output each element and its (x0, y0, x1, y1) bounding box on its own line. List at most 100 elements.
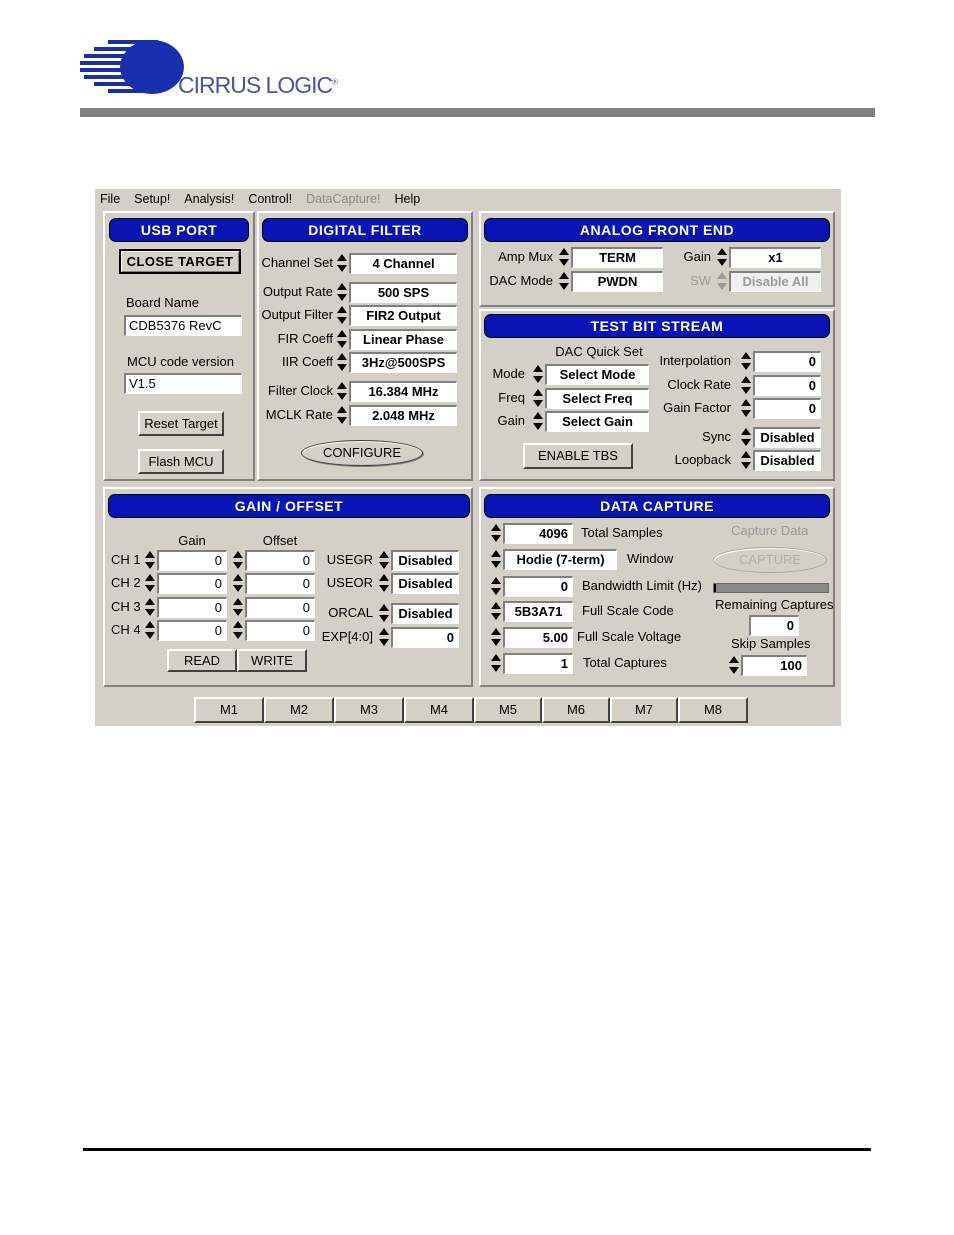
dac-mode-field[interactable]: PWDN (571, 271, 663, 292)
amp-mux-spinner-icon[interactable] (559, 247, 569, 268)
sync-spinner-icon[interactable] (741, 427, 751, 448)
ch3-offset-spinner-icon[interactable] (233, 597, 243, 618)
bandwidth-spinner-icon[interactable] (491, 576, 501, 597)
sw-spinner-icon[interactable] (717, 271, 727, 292)
ch3-gain-field[interactable]: 0 (157, 597, 227, 618)
full-scale-code-field[interactable]: 5B3A71 (503, 601, 573, 622)
close-target-button[interactable]: CLOSE TARGET (119, 249, 241, 274)
exp-spinner-icon[interactable] (379, 627, 389, 648)
loopback-field[interactable]: Disabled (753, 450, 821, 471)
tab-m4[interactable]: M4 (404, 697, 474, 723)
interpolation-field[interactable]: 0 (753, 351, 821, 372)
output-rate-field[interactable]: 500 SPS (349, 282, 457, 303)
ch2-gain-field[interactable]: 0 (157, 573, 227, 594)
menu-setup[interactable]: Setup! (134, 192, 170, 206)
ch2-offset-spinner-icon[interactable] (233, 573, 243, 594)
menu-help[interactable]: Help (394, 192, 420, 206)
read-button[interactable]: READ (167, 649, 237, 672)
useor-field[interactable]: Disabled (391, 573, 459, 594)
ch4-offset-field[interactable]: 0 (245, 620, 315, 641)
tab-m1[interactable]: M1 (194, 697, 264, 723)
total-captures-field[interactable]: 1 (503, 653, 573, 674)
board-name-field[interactable]: CDB5376 RevC (124, 315, 242, 336)
capture-button[interactable]: CAPTURE (713, 547, 827, 573)
sw-field[interactable]: Disable All (729, 271, 821, 292)
channel-set-field[interactable]: 4 Channel (349, 253, 457, 274)
afe-gain-field[interactable]: x1 (729, 247, 821, 268)
orcal-field[interactable]: Disabled (391, 603, 459, 624)
gain-factor-field[interactable]: 0 (753, 398, 821, 419)
filter-clock-spinner-icon[interactable] (337, 381, 347, 402)
ch2-offset-field[interactable]: 0 (245, 573, 315, 594)
tbs-freq-field[interactable]: Select Freq (545, 388, 649, 409)
tbs-gain-field[interactable]: Select Gain (545, 411, 649, 432)
mclk-rate-spinner-icon[interactable] (337, 405, 347, 426)
ch2-gain-spinner-icon[interactable] (145, 573, 155, 594)
tab-m2[interactable]: M2 (264, 697, 334, 723)
tbs-mode-field[interactable]: Select Mode (545, 364, 649, 385)
mclk-rate-field[interactable]: 2.048 MHz (349, 405, 457, 426)
amp-mux-field[interactable]: TERM (571, 247, 663, 268)
full-scale-voltage-spinner-icon[interactable] (491, 627, 501, 648)
menu-datacapture[interactable]: DataCapture! (306, 192, 380, 206)
useor-spinner-icon[interactable] (379, 573, 389, 594)
clock-rate-spinner-icon[interactable] (741, 375, 751, 396)
flash-mcu-button[interactable]: Flash MCU (138, 449, 224, 474)
tab-m5[interactable]: M5 (474, 697, 542, 723)
ch4-gain-spinner-icon[interactable] (145, 620, 155, 641)
afe-gain-spinner-icon[interactable] (717, 247, 727, 268)
write-button[interactable]: WRITE (237, 649, 307, 672)
reset-target-button[interactable]: Reset Target (138, 411, 224, 436)
loopback-spinner-icon[interactable] (741, 450, 751, 471)
usegr-spinner-icon[interactable] (379, 550, 389, 571)
full-scale-voltage-field[interactable]: 5.00 (503, 627, 573, 648)
iir-coeff-field[interactable]: 3Hz@500SPS (349, 352, 457, 373)
total-samples-spinner-icon[interactable] (491, 523, 501, 544)
clock-rate-field[interactable]: 0 (753, 375, 821, 396)
gain-factor-spinner-icon[interactable] (741, 398, 751, 419)
skip-samples-spinner-icon[interactable] (729, 655, 739, 676)
tab-m3[interactable]: M3 (334, 697, 404, 723)
bandwidth-field[interactable]: 0 (503, 576, 573, 597)
dac-mode-spinner-icon[interactable] (559, 271, 569, 292)
filter-clock-field[interactable]: 16.384 MHz (349, 381, 457, 402)
tab-m8[interactable]: M8 (678, 697, 748, 723)
sync-field[interactable]: Disabled (753, 427, 821, 448)
ch1-offset-spinner-icon[interactable] (233, 550, 243, 571)
skip-samples-field[interactable]: 100 (741, 655, 807, 676)
mcu-version-field[interactable]: V1.5 (124, 373, 242, 394)
enable-tbs-button[interactable]: ENABLE TBS (523, 443, 633, 469)
orcal-spinner-icon[interactable] (379, 603, 389, 624)
channel-set-spinner-icon[interactable] (337, 253, 347, 274)
usegr-field[interactable]: Disabled (391, 550, 459, 571)
output-rate-spinner-icon[interactable] (337, 282, 347, 303)
total-captures-spinner-icon[interactable] (491, 653, 501, 674)
ch4-offset-spinner-icon[interactable] (233, 620, 243, 641)
window-spinner-icon[interactable] (491, 549, 501, 570)
interpolation-spinner-icon[interactable] (741, 351, 751, 372)
tbs-gain-spinner-icon[interactable] (533, 411, 543, 432)
total-samples-field[interactable]: 4096 (503, 523, 573, 544)
ch1-gain-spinner-icon[interactable] (145, 550, 155, 571)
exp-field[interactable]: 0 (391, 627, 459, 648)
tab-m7[interactable]: M7 (610, 697, 678, 723)
ch1-gain-field[interactable]: 0 (157, 550, 227, 571)
tab-m6[interactable]: M6 (542, 697, 610, 723)
menu-file[interactable]: File (100, 192, 120, 206)
fir-coeff-spinner-icon[interactable] (337, 329, 347, 350)
tbs-freq-spinner-icon[interactable] (533, 388, 543, 409)
ch4-gain-field[interactable]: 0 (157, 620, 227, 641)
output-filter-spinner-icon[interactable] (337, 305, 347, 326)
menu-analysis[interactable]: Analysis! (184, 192, 234, 206)
iir-coeff-spinner-icon[interactable] (337, 352, 347, 373)
menu-control[interactable]: Control! (248, 192, 292, 206)
ch3-gain-spinner-icon[interactable] (145, 597, 155, 618)
tbs-mode-spinner-icon[interactable] (533, 364, 543, 385)
output-filter-field[interactable]: FIR2 Output (349, 305, 457, 326)
window-field[interactable]: Hodie (7-term) (503, 549, 617, 570)
ch3-offset-field[interactable]: 0 (245, 597, 315, 618)
ch1-offset-field[interactable]: 0 (245, 550, 315, 571)
fir-coeff-field[interactable]: Linear Phase (349, 329, 457, 350)
full-scale-code-spinner-icon[interactable] (491, 601, 501, 622)
configure-button[interactable]: CONFIGURE (301, 440, 423, 466)
